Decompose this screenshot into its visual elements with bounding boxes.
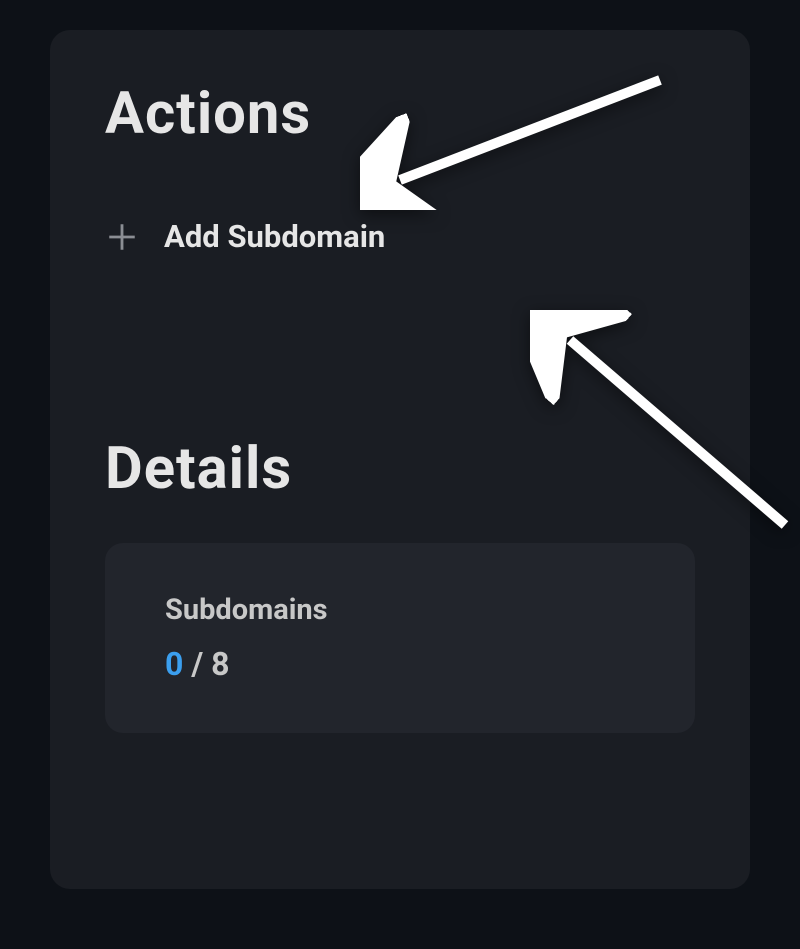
annotation-arrow-icon (360, 70, 670, 214)
subdomains-value: 0 / 8 (165, 645, 635, 683)
side-panel: Actions Add Subdomain Details Subdomains… (50, 30, 750, 889)
subdomains-max: 8 (211, 645, 229, 683)
subdomains-label: Subdomains (165, 593, 635, 627)
add-subdomain-button[interactable]: Add Subdomain (105, 218, 695, 255)
subdomains-separator: / (183, 645, 211, 683)
plus-icon (105, 220, 139, 254)
subdomains-current: 0 (165, 645, 183, 683)
annotation-arrow-icon (530, 310, 800, 544)
detail-card: Subdomains 0 / 8 (105, 543, 695, 733)
action-label: Add Subdomain (164, 218, 385, 255)
